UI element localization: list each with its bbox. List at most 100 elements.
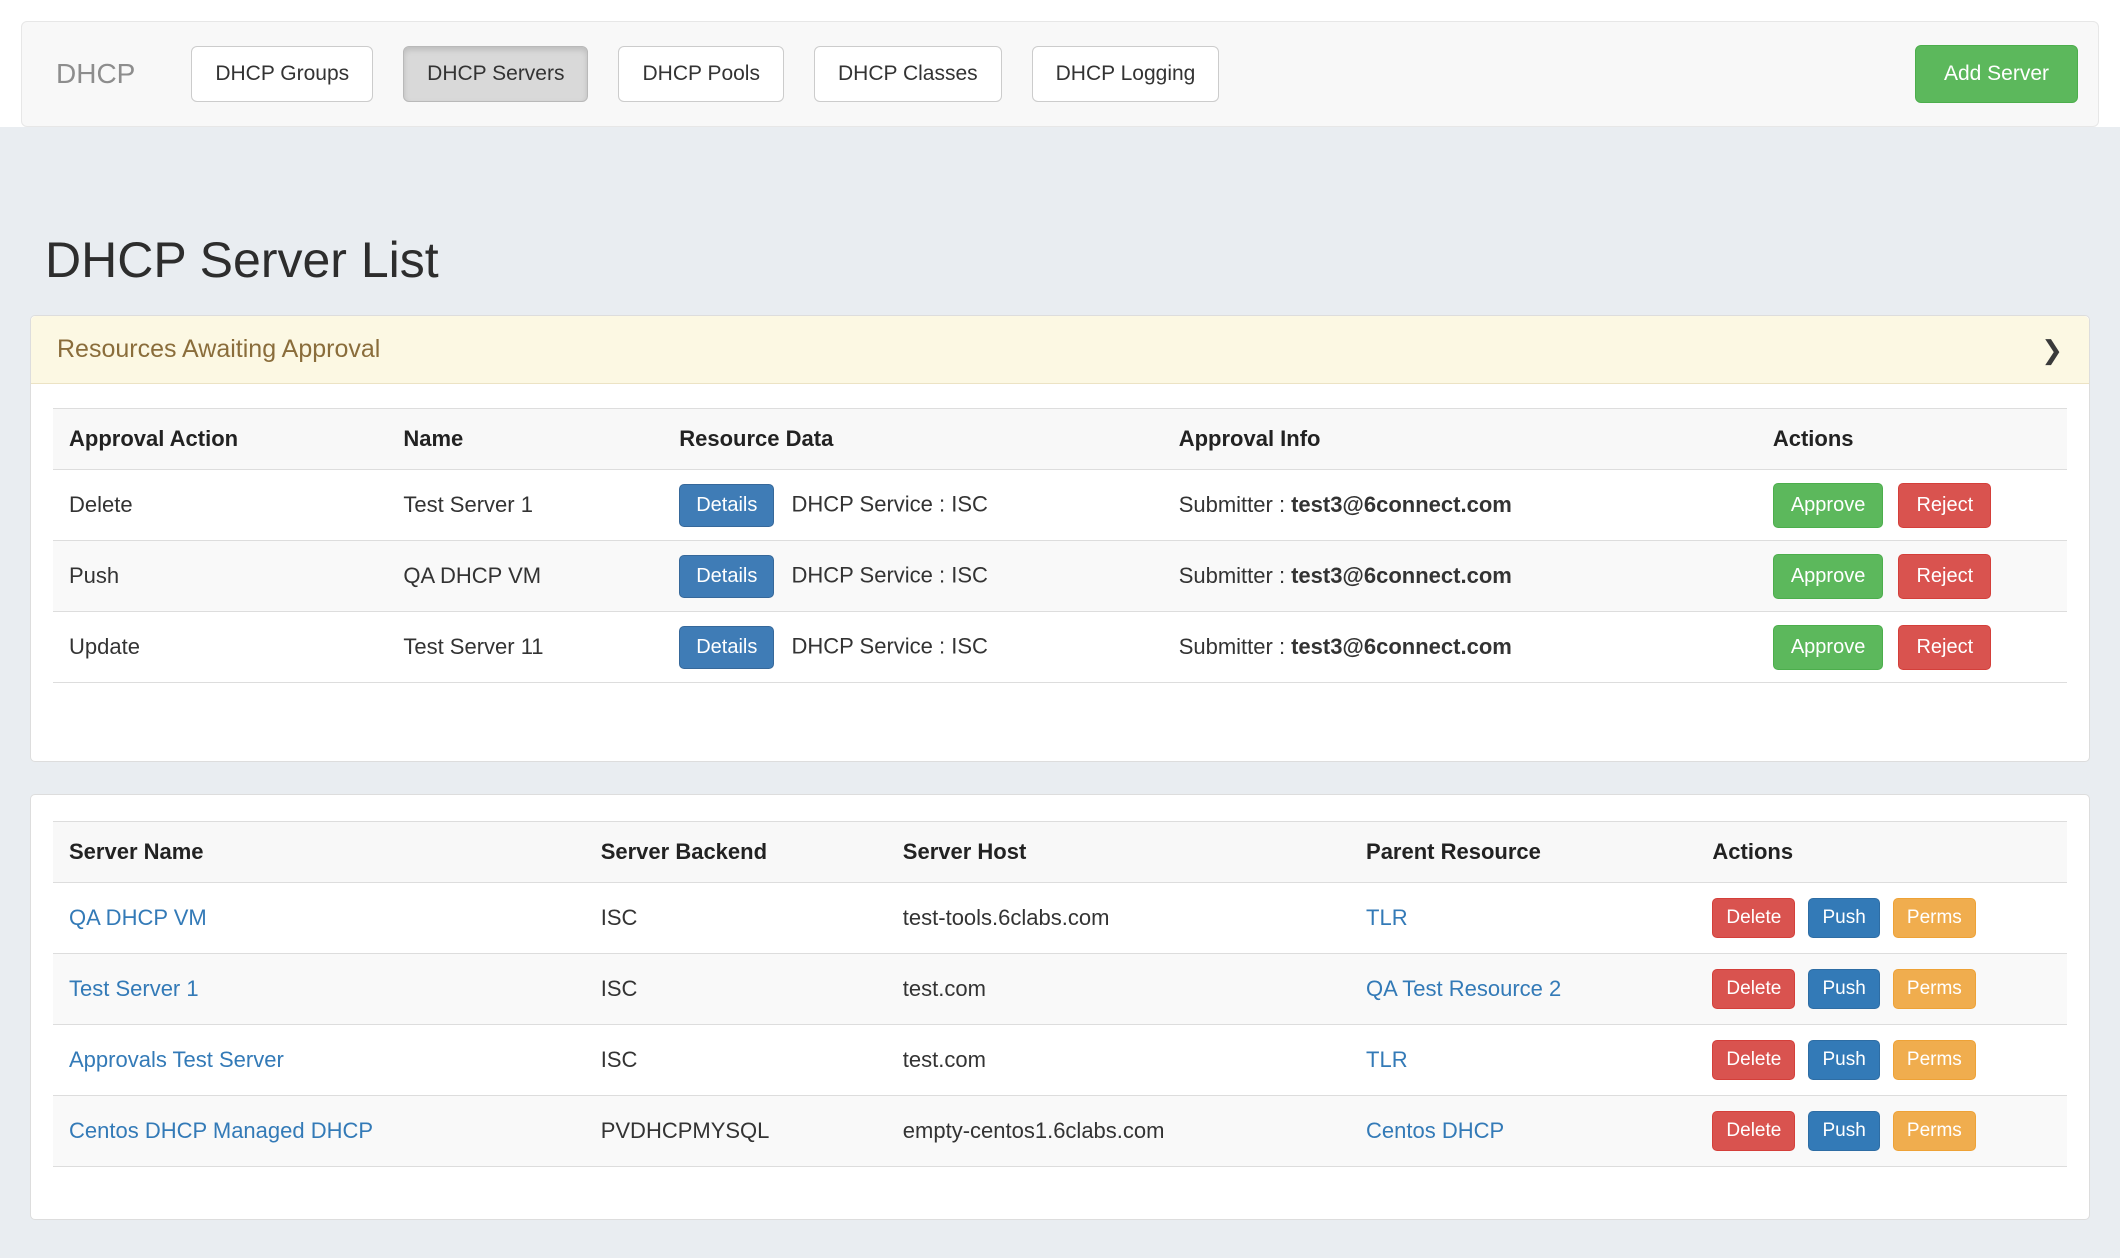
parent-resource-cell: TLR — [1352, 883, 1698, 954]
column-header-name: Name — [389, 409, 665, 470]
approval-info-cell: Submitter :test3@6connect.com — [1165, 470, 1759, 541]
perms-button[interactable]: Perms — [1893, 969, 1976, 1009]
approval-actions-cell: Approve Reject — [1759, 470, 2067, 541]
server-list-panel-body: Server Name Server Backend Server Host P… — [31, 795, 2089, 1219]
delete-button[interactable]: Delete — [1712, 898, 1795, 938]
submitter-label: Submitter : — [1179, 634, 1285, 659]
parent-resource-link[interactable]: Centos DHCP — [1366, 1118, 1504, 1143]
approve-button[interactable]: Approve — [1773, 554, 1884, 599]
resource-data-cell: Details DHCP Service : ISC — [665, 541, 1164, 612]
server-host-cell: test-tools.6clabs.com — [889, 883, 1352, 954]
details-button[interactable]: Details — [679, 484, 774, 527]
server-name-cell: Test Server 1 — [53, 954, 587, 1025]
server-row: Approvals Test Server ISC test.com TLR D… — [53, 1025, 2067, 1096]
submitter-email: test3@6connect.com — [1291, 634, 1512, 659]
approval-name-cell: Test Server 1 — [389, 470, 665, 541]
submitter-label: Submitter : — [1179, 492, 1285, 517]
column-header-resource-data: Resource Data — [665, 409, 1164, 470]
server-host-cell: test.com — [889, 954, 1352, 1025]
approval-action-cell: Push — [53, 541, 389, 612]
server-name-cell: Centos DHCP Managed DHCP — [53, 1096, 587, 1167]
submitter-email: test3@6connect.com — [1291, 492, 1512, 517]
delete-button[interactable]: Delete — [1712, 969, 1795, 1009]
column-header-actions: Actions — [1698, 822, 2067, 883]
approval-actions-cell: Approve Reject — [1759, 541, 2067, 612]
resource-data-cell: Details DHCP Service : ISC — [665, 612, 1164, 683]
perms-button[interactable]: Perms — [1893, 898, 1976, 938]
parent-resource-link[interactable]: TLR — [1366, 905, 1408, 930]
delete-button[interactable]: Delete — [1712, 1040, 1795, 1080]
server-table-header-row: Server Name Server Backend Server Host P… — [53, 822, 2067, 883]
parent-resource-cell: TLR — [1352, 1025, 1698, 1096]
resource-data-text: DHCP Service : ISC — [792, 562, 988, 587]
approval-actions-cell: Approve Reject — [1759, 612, 2067, 683]
server-backend-cell: ISC — [587, 954, 889, 1025]
nav-item-dhcp-pools[interactable]: DHCP Pools — [618, 46, 784, 102]
server-name-link[interactable]: Approvals Test Server — [69, 1047, 284, 1072]
server-host-cell: test.com — [889, 1025, 1352, 1096]
column-header-approval-info: Approval Info — [1165, 409, 1759, 470]
nav-item-dhcp-servers[interactable]: DHCP Servers — [403, 46, 588, 102]
column-header-parent-resource: Parent Resource — [1352, 822, 1698, 883]
server-actions-cell: Delete Push Perms — [1698, 883, 2067, 954]
approval-info-cell: Submitter :test3@6connect.com — [1165, 541, 1759, 612]
resource-data-text: DHCP Service : ISC — [792, 491, 988, 516]
navbar: DHCP DHCP Groups DHCP Servers DHCP Pools… — [21, 21, 2099, 127]
reject-button[interactable]: Reject — [1898, 483, 1991, 528]
push-button[interactable]: Push — [1808, 1040, 1879, 1080]
server-actions-cell: Delete Push Perms — [1698, 1025, 2067, 1096]
approval-action-cell: Delete — [53, 470, 389, 541]
reject-button[interactable]: Reject — [1898, 554, 1991, 599]
page-title: DHCP Server List — [45, 127, 2090, 289]
approval-panel: Resources Awaiting Approval ❯ Approval A… — [30, 315, 2090, 762]
push-button[interactable]: Push — [1808, 969, 1879, 1009]
approval-name-cell: QA DHCP VM — [389, 541, 665, 612]
parent-resource-cell: Centos DHCP — [1352, 1096, 1698, 1167]
perms-button[interactable]: Perms — [1893, 1040, 1976, 1080]
server-name-link[interactable]: Centos DHCP Managed DHCP — [69, 1118, 373, 1143]
server-name-cell: QA DHCP VM — [53, 883, 587, 954]
server-name-link[interactable]: Test Server 1 — [69, 976, 199, 1001]
add-server-button[interactable]: Add Server — [1915, 45, 2078, 103]
delete-button[interactable]: Delete — [1712, 1111, 1795, 1151]
column-header-server-host: Server Host — [889, 822, 1352, 883]
approval-row: Delete Test Server 1 Details DHCP Servic… — [53, 470, 2067, 541]
column-header-approval-action: Approval Action — [53, 409, 389, 470]
chevron-right-icon[interactable]: ❯ — [2041, 337, 2063, 363]
nav-item-dhcp-classes[interactable]: DHCP Classes — [814, 46, 1002, 102]
server-backend-cell: ISC — [587, 883, 889, 954]
server-actions-cell: Delete Push Perms — [1698, 954, 2067, 1025]
column-header-server-backend: Server Backend — [587, 822, 889, 883]
perms-button[interactable]: Perms — [1893, 1111, 1976, 1151]
details-button[interactable]: Details — [679, 555, 774, 598]
submitter-email: test3@6connect.com — [1291, 563, 1512, 588]
approval-table-header-row: Approval Action Name Resource Data Appro… — [53, 409, 2067, 470]
server-actions-cell: Delete Push Perms — [1698, 1096, 2067, 1167]
push-button[interactable]: Push — [1808, 898, 1879, 938]
server-name-cell: Approvals Test Server — [53, 1025, 587, 1096]
approve-button[interactable]: Approve — [1773, 625, 1884, 670]
approval-panel-title: Resources Awaiting Approval — [57, 335, 380, 364]
parent-resource-cell: QA Test Resource 2 — [1352, 954, 1698, 1025]
resource-data-text: DHCP Service : ISC — [792, 633, 988, 658]
parent-resource-link[interactable]: QA Test Resource 2 — [1366, 976, 1561, 1001]
submitter-label: Submitter : — [1179, 563, 1285, 588]
nav-item-dhcp-logging[interactable]: DHCP Logging — [1032, 46, 1220, 102]
approval-action-cell: Update — [53, 612, 389, 683]
approval-name-cell: Test Server 11 — [389, 612, 665, 683]
server-name-link[interactable]: QA DHCP VM — [69, 905, 207, 930]
approval-panel-body: Approval Action Name Resource Data Appro… — [31, 384, 2089, 761]
approve-button[interactable]: Approve — [1773, 483, 1884, 528]
server-row: Test Server 1 ISC test.com QA Test Resou… — [53, 954, 2067, 1025]
push-button[interactable]: Push — [1808, 1111, 1879, 1151]
details-button[interactable]: Details — [679, 626, 774, 669]
reject-button[interactable]: Reject — [1898, 625, 1991, 670]
page-content: DHCP Server List Resources Awaiting Appr… — [0, 127, 2120, 1258]
resource-data-cell: Details DHCP Service : ISC — [665, 470, 1164, 541]
approval-panel-header: Resources Awaiting Approval ❯ — [31, 316, 2089, 384]
server-host-cell: empty-centos1.6clabs.com — [889, 1096, 1352, 1167]
server-list-panel: Server Name Server Backend Server Host P… — [30, 794, 2090, 1220]
parent-resource-link[interactable]: TLR — [1366, 1047, 1408, 1072]
column-header-server-name: Server Name — [53, 822, 587, 883]
nav-item-dhcp-groups[interactable]: DHCP Groups — [191, 46, 373, 102]
